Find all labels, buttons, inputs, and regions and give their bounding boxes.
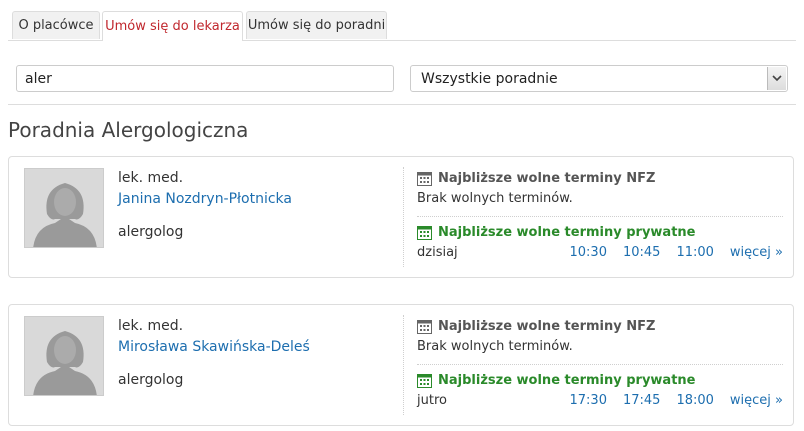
doctor-specialty: alergolog bbox=[118, 372, 184, 388]
chevron-down-icon[interactable] bbox=[767, 67, 786, 90]
more-slots-link[interactable]: więcej » bbox=[730, 245, 783, 260]
time-slot-link[interactable]: 18:00 bbox=[676, 393, 713, 408]
vertical-separator bbox=[403, 315, 404, 415]
doctor-name-link[interactable]: Janina Nozdryn-Płotnicka bbox=[118, 191, 292, 207]
private-header: Najbliższe wolne terminy prywatne bbox=[417, 223, 783, 241]
slot-day: jutro bbox=[417, 393, 447, 408]
nfz-note: Brak wolnych terminów. bbox=[417, 191, 573, 206]
calendar-icon bbox=[417, 225, 432, 240]
private-header-label: Najbliższe wolne terminy prywatne bbox=[438, 372, 696, 388]
time-slot-link[interactable]: 10:30 bbox=[570, 245, 607, 260]
dotted-divider bbox=[417, 364, 783, 365]
tab-o-placowce[interactable]: O placówce bbox=[12, 11, 100, 39]
calendar-icon bbox=[417, 373, 432, 388]
availability-panel: Najbliższe wolne terminy NFZ Brak wolnyc… bbox=[417, 169, 783, 260]
tab-bar: O placówce Umów się do lekarza Umów się … bbox=[8, 0, 796, 41]
nfz-header: Najbliższe wolne terminy NFZ bbox=[417, 169, 783, 187]
calendar-icon bbox=[417, 171, 432, 186]
nfz-note: Brak wolnych terminów. bbox=[417, 339, 573, 354]
clinic-select[interactable]: Wszystkie poradnie bbox=[410, 65, 788, 92]
doctor-card: lek. med. Mirosława Skawińska-Deleś aler… bbox=[8, 304, 794, 426]
nfz-header: Najbliższe wolne terminy NFZ bbox=[417, 317, 783, 335]
search-input[interactable] bbox=[16, 65, 394, 92]
avatar-placeholder-icon bbox=[24, 316, 104, 396]
tab-umow-sie-do-poradni[interactable]: Umów się do poradni bbox=[246, 11, 387, 39]
time-slot-link[interactable]: 11:00 bbox=[676, 245, 713, 260]
doctor-title: lek. med. bbox=[118, 170, 184, 186]
avatar-placeholder-icon bbox=[24, 168, 104, 248]
divider bbox=[8, 104, 796, 105]
nfz-header-label: Najbliższe wolne terminy NFZ bbox=[438, 318, 656, 334]
time-slot-link[interactable]: 17:45 bbox=[623, 393, 660, 408]
tab-umow-sie-do-lekarza[interactable]: Umów się do lekarza bbox=[102, 11, 243, 41]
time-slots: jutro 17:30 17:45 18:00 więcej » bbox=[417, 393, 783, 408]
vertical-separator bbox=[403, 167, 404, 267]
time-slots: dzisiaj 10:30 10:45 11:00 więcej » bbox=[417, 245, 783, 260]
nfz-header-label: Najbliższe wolne terminy NFZ bbox=[438, 170, 656, 186]
doctor-title: lek. med. bbox=[118, 318, 184, 334]
clinic-select-value: Wszystkie poradnie bbox=[421, 70, 558, 87]
private-header: Najbliższe wolne terminy prywatne bbox=[417, 371, 783, 389]
doctor-name-link[interactable]: Mirosława Skawińska-Deleś bbox=[118, 339, 310, 355]
calendar-icon bbox=[417, 319, 432, 334]
slot-day: dzisiaj bbox=[417, 245, 458, 260]
time-slot-link[interactable]: 10:45 bbox=[623, 245, 660, 260]
more-slots-link[interactable]: więcej » bbox=[730, 393, 783, 408]
time-slot-link[interactable]: 17:30 bbox=[570, 393, 607, 408]
availability-panel: Najbliższe wolne terminy NFZ Brak wolnyc… bbox=[417, 317, 783, 408]
dotted-divider bbox=[417, 216, 783, 217]
private-header-label: Najbliższe wolne terminy prywatne bbox=[438, 224, 696, 240]
doctor-specialty: alergolog bbox=[118, 224, 184, 240]
doctor-card: lek. med. Janina Nozdryn-Płotnicka alerg… bbox=[8, 156, 794, 278]
section-title: Poradnia Alergologiczna bbox=[8, 118, 249, 142]
